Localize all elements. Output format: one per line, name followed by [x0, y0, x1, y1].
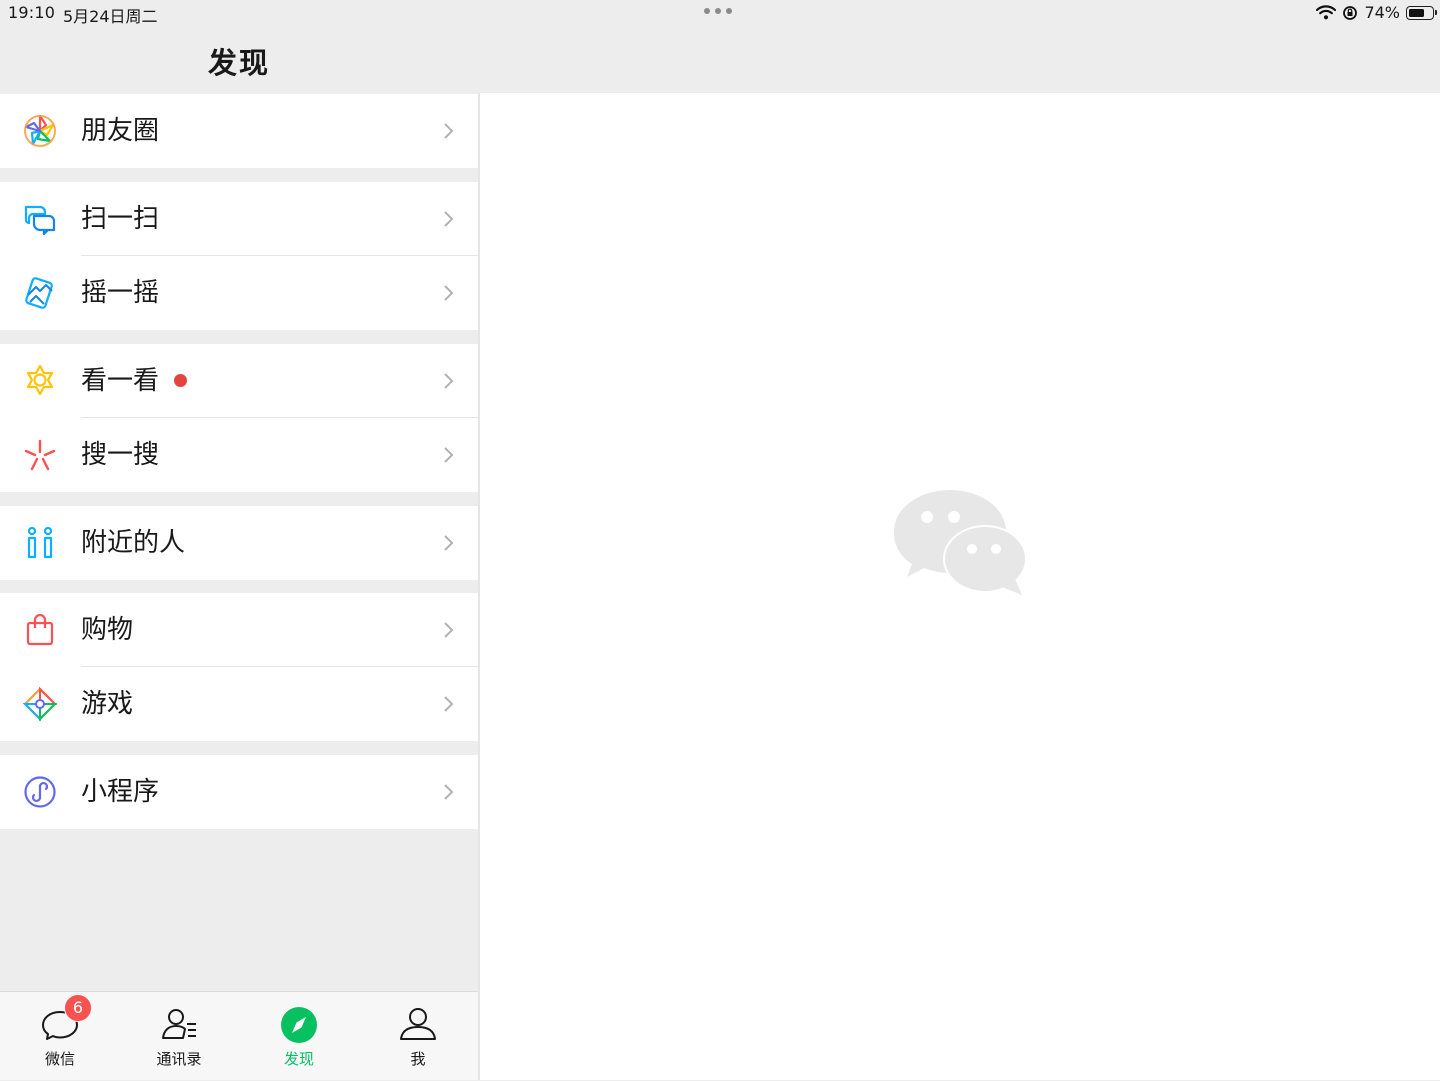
group-scan-shake: 扫一扫 摇一摇	[0, 182, 478, 330]
cell-label: 游戏	[81, 689, 134, 719]
cell-label: 附近的人	[81, 528, 186, 558]
contacts-icon	[162, 1009, 196, 1039]
person-icon	[400, 1008, 436, 1040]
battery-icon	[1406, 5, 1437, 20]
people-nearby-icon	[27, 526, 53, 559]
cell-label: 扫一扫	[81, 204, 160, 234]
cell-label: 购物	[81, 615, 134, 645]
chevron-right-icon	[444, 211, 454, 227]
moments-icon	[24, 114, 56, 147]
group-people-nearby: 附近的人	[0, 506, 478, 580]
chevron-right-icon	[444, 622, 454, 638]
tab-discover[interactable]: 发现	[239, 992, 359, 1081]
page-title: 发现	[207, 46, 270, 80]
tab-bar: 6 微信 通讯录 发现 我	[0, 991, 478, 1080]
group-topstories-search: 看一看 搜一搜	[0, 344, 478, 492]
scan-icon	[24, 205, 56, 236]
search-icon	[24, 439, 56, 471]
multitasking-dots-icon[interactable]	[704, 8, 732, 14]
group-shopping-games: 购物 游戏	[0, 593, 478, 741]
tab-me[interactable]: 我	[358, 992, 478, 1081]
chevron-right-icon	[444, 535, 454, 551]
unread-dot	[174, 374, 187, 387]
tab-contacts[interactable]: 通讯录	[119, 992, 239, 1081]
cell-scan[interactable]: 扫一扫	[0, 182, 478, 256]
cell-label: 看一看	[81, 366, 160, 396]
cell-label: 搜一搜	[81, 440, 160, 470]
unread-badge: 6	[64, 994, 92, 1022]
cell-label: 小程序	[81, 777, 160, 807]
chevron-right-icon	[444, 696, 454, 712]
chevron-right-icon	[444, 373, 454, 389]
chevron-right-icon	[444, 784, 454, 800]
tab-label: 我	[410, 1050, 426, 1068]
orientation-lock-icon	[1343, 5, 1358, 20]
cell-moments[interactable]: 朋友圈	[0, 94, 478, 168]
detail-pane	[480, 93, 1440, 1080]
wechat-logo-icon	[894, 490, 1027, 595]
cell-people-nearby[interactable]: 附近的人	[0, 506, 478, 580]
cell-shake[interactable]: 摇一摇	[0, 256, 478, 330]
top-stories-icon	[26, 364, 54, 396]
cell-mini-programs[interactable]: 小程序	[0, 755, 478, 829]
chevron-right-icon	[444, 447, 454, 463]
battery-percent: 74%	[1364, 3, 1400, 22]
discover-panel: 发现 朋友圈 扫一扫 摇一摇 看一看 搜一搜 附近的人 购物 游戏 小程序 6 …	[0, 0, 478, 1080]
wifi-icon	[1316, 5, 1337, 20]
cell-games[interactable]: 游戏	[0, 667, 478, 741]
chevron-right-icon	[444, 285, 454, 301]
chevron-right-icon	[444, 123, 454, 139]
shake-icon	[25, 277, 53, 309]
tab-label: 发现	[283, 1050, 314, 1068]
tab-label: 微信	[44, 1050, 75, 1068]
cell-shopping[interactable]: 购物	[0, 593, 478, 667]
cell-search[interactable]: 搜一搜	[0, 418, 478, 492]
shopping-bag-icon	[26, 613, 54, 646]
group-moments: 朋友圈	[0, 94, 478, 168]
compass-icon	[281, 1007, 317, 1043]
tab-label: 通讯录	[156, 1050, 202, 1068]
games-icon	[22, 686, 58, 722]
cell-label: 摇一摇	[81, 278, 160, 308]
tab-chats[interactable]: 6 微信	[0, 992, 120, 1081]
group-mini-programs: 小程序	[0, 755, 478, 829]
cell-top-stories[interactable]: 看一看	[0, 344, 478, 418]
mini-programs-icon	[24, 776, 56, 808]
status-indicators: 74%	[1316, 3, 1437, 22]
cell-label: 朋友圈	[81, 116, 160, 146]
